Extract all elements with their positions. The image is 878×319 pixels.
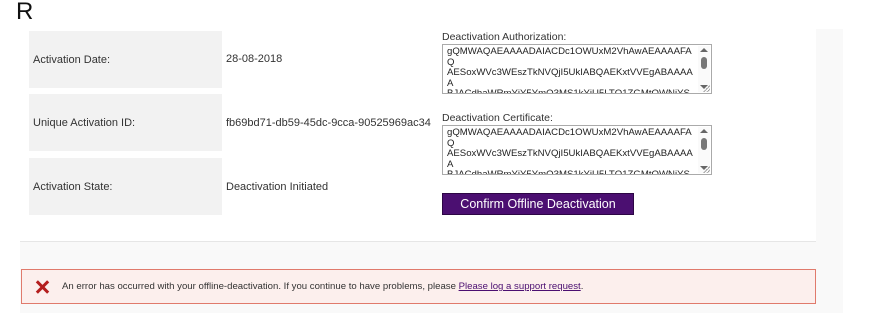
scroll-thumb[interactable] [701,138,707,150]
activation-id-label: Unique Activation ID: [33,116,136,129]
deactivation-certificate-title: Deactivation Certificate: [442,112,553,124]
deactivation-authorization-textarea[interactable]: gQMWAQAEAAAADAIACDc1OWUxM2VhAwAEAAAAFAQ … [442,44,712,94]
scroll-up-arrow-icon[interactable] [700,129,708,133]
corner-letter: R [16,0,34,25]
scroll-thumb[interactable] [701,57,707,69]
error-alert: An error has occurred with your offline-… [21,269,816,304]
deactivation-certificate-textarea[interactable]: gQMWAQAEAAAADAIACDc1OWUxM2VhAwAEAAAAFAQ … [442,125,712,175]
deactivation-authorization-text: gQMWAQAEAAAADAIACDc1OWUxM2VhAwAEAAAAFAQ … [447,46,693,94]
activation-id-label-cell: Unique Activation ID: [29,94,222,151]
activation-id-value: fb69bd71-db59-45dc-9cca-90525969ac34 [226,117,431,129]
activation-state-label: Activation State: [33,180,113,193]
deactivation-authorization-title: Deactivation Authorization: [442,31,567,43]
error-message: An error has occurred with your offline-… [62,281,583,292]
scroll-up-arrow-icon[interactable] [700,48,708,52]
resize-grip-icon[interactable] [703,85,710,92]
support-request-link[interactable]: Please log a support request [459,281,581,292]
activation-state-label-cell: Activation State: [29,158,222,215]
activation-date-label: Activation Date: [33,53,111,66]
activation-date-label-cell: Activation Date: [29,31,222,88]
deactivation-certificate-text: gQMWAQAEAAAADAIACDc1OWUxM2VhAwAEAAAAFAQ … [447,127,693,175]
activation-date-value: 28-08-2018 [226,53,283,65]
resize-grip-icon[interactable] [703,166,710,173]
activation-state-value: Deactivation Initiated [226,181,329,193]
error-message-text: An error has occurred with your offline-… [62,281,459,292]
error-message-suffix: . [580,281,584,292]
confirm-offline-deactivation-button[interactable]: Confirm Offline Deactivation [442,193,634,215]
close-x-icon [35,280,49,294]
